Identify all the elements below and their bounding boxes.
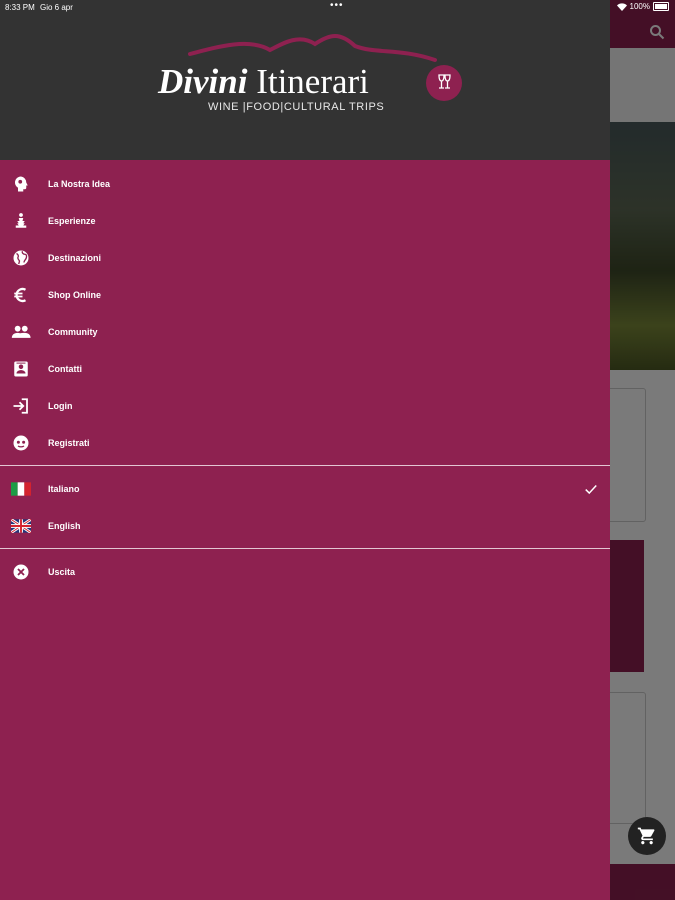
menu-item-contatti[interactable]: Contatti bbox=[0, 350, 610, 387]
language-label: Italiano bbox=[48, 483, 80, 494]
menu-item-label: Community bbox=[48, 326, 98, 337]
globe-icon bbox=[11, 248, 31, 268]
status-bar: 8:33 PM Gio 6 apr ••• 100% bbox=[0, 0, 675, 14]
navigation-drawer: Divini Itinerari WINE |FOOD|CULTURAL TRI… bbox=[0, 0, 610, 900]
menu-item-la-nostra-idea[interactable]: La Nostra Idea bbox=[0, 165, 610, 202]
menu-item-label: Esperienze bbox=[48, 215, 96, 226]
menu-item-label: La Nostra Idea bbox=[48, 178, 111, 189]
menu-item-label: Shop Online bbox=[48, 289, 101, 300]
menu-divider bbox=[0, 465, 610, 466]
drawer-menu: La Nostra Idea Esperienze Destinazioni S… bbox=[0, 165, 610, 590]
status-time: 8:33 PM bbox=[5, 3, 35, 12]
menu-item-shop-online[interactable]: Shop Online bbox=[0, 276, 610, 313]
cart-button[interactable] bbox=[628, 817, 666, 855]
brand-tagline: WINE |FOOD|CULTURAL TRIPS bbox=[208, 101, 385, 113]
close-circle-icon bbox=[11, 562, 31, 582]
language-item-italiano[interactable]: Italiano bbox=[0, 470, 610, 507]
menu-item-registrati[interactable]: Registrati bbox=[0, 424, 610, 461]
italy-flag-icon bbox=[11, 479, 31, 499]
language-label: English bbox=[48, 520, 81, 531]
menu-item-login[interactable]: Login bbox=[0, 387, 610, 424]
menu-item-label: Contatti bbox=[48, 363, 82, 374]
people-icon bbox=[11, 322, 31, 342]
language-item-english[interactable]: English bbox=[0, 507, 610, 544]
brand-name-part2: Itinerari bbox=[256, 62, 369, 101]
login-icon bbox=[11, 396, 31, 416]
brand-name-part1: Divini bbox=[158, 62, 248, 101]
uk-flag-icon bbox=[11, 516, 31, 536]
euro-icon bbox=[11, 285, 31, 305]
wifi-icon bbox=[616, 2, 627, 11]
menu-item-community[interactable]: Community bbox=[0, 313, 610, 350]
check-icon bbox=[585, 484, 597, 494]
multitask-dots[interactable]: ••• bbox=[330, 0, 344, 11]
battery-icon bbox=[653, 2, 669, 11]
menu-item-label: Destinazioni bbox=[48, 252, 102, 263]
battery-percent: 100% bbox=[629, 2, 650, 11]
register-face-icon bbox=[11, 433, 31, 453]
menu-item-esperienze[interactable]: Esperienze bbox=[0, 202, 610, 239]
lightbulb-head-icon bbox=[11, 174, 31, 194]
cart-icon bbox=[637, 827, 655, 845]
menu-divider bbox=[0, 548, 610, 549]
menu-item-label: Login bbox=[48, 400, 73, 411]
wine-glasses-icon bbox=[426, 65, 462, 101]
figure-icon bbox=[11, 211, 31, 231]
menu-item-destinazioni[interactable]: Destinazioni bbox=[0, 239, 610, 276]
drawer-header: Divini Itinerari WINE |FOOD|CULTURAL TRI… bbox=[0, 0, 610, 160]
menu-item-uscita[interactable]: Uscita bbox=[0, 553, 610, 590]
menu-item-label: Registrati bbox=[48, 437, 90, 448]
brand-logo-text: Divini Itinerari bbox=[158, 62, 369, 102]
menu-item-label: Uscita bbox=[48, 566, 76, 577]
contact-card-icon bbox=[11, 359, 31, 379]
status-date: Gio 6 apr bbox=[40, 3, 73, 12]
